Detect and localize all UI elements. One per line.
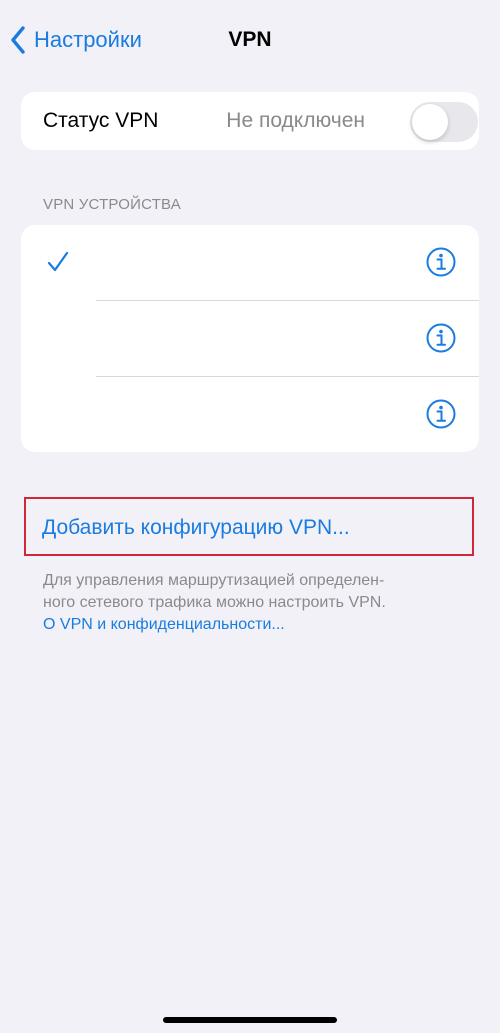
home-indicator xyxy=(163,1017,337,1023)
page-title: VPN xyxy=(0,24,500,56)
vpn-devices-header: VPN УСТРОЙСТВА xyxy=(43,196,181,213)
vpn-device-row[interactable] xyxy=(21,377,479,452)
vpn-status-toggle[interactable] xyxy=(410,102,478,142)
vpn-status-value: Не подключен xyxy=(226,109,365,132)
vpn-device-row[interactable] xyxy=(21,225,479,300)
vpn-device-row[interactable] xyxy=(21,301,479,376)
footer-line: Для управления маршрутизацией определен- xyxy=(43,572,385,589)
vpn-privacy-link[interactable]: О VPN и конфиденциальности... xyxy=(43,614,463,636)
footer-line: ного сетевого трафика можно настроить VP… xyxy=(43,594,386,611)
info-circle-icon[interactable] xyxy=(426,247,456,277)
vpn-status-label: Статус VPN xyxy=(43,109,159,132)
info-circle-icon[interactable] xyxy=(426,399,456,429)
info-circle-icon[interactable] xyxy=(426,323,456,353)
page-title-text: VPN xyxy=(228,28,272,51)
add-vpn-row: Добавить конфигурацию VPN... xyxy=(21,497,479,557)
checkmark-icon xyxy=(47,251,69,272)
vpn-devices-list xyxy=(21,225,479,452)
toggle-knob xyxy=(412,104,448,140)
vpn-footer-description: Для управления маршрутизацией определен-… xyxy=(43,570,463,636)
add-vpn-configuration-button[interactable]: Добавить конфигурацию VPN... xyxy=(42,497,350,559)
